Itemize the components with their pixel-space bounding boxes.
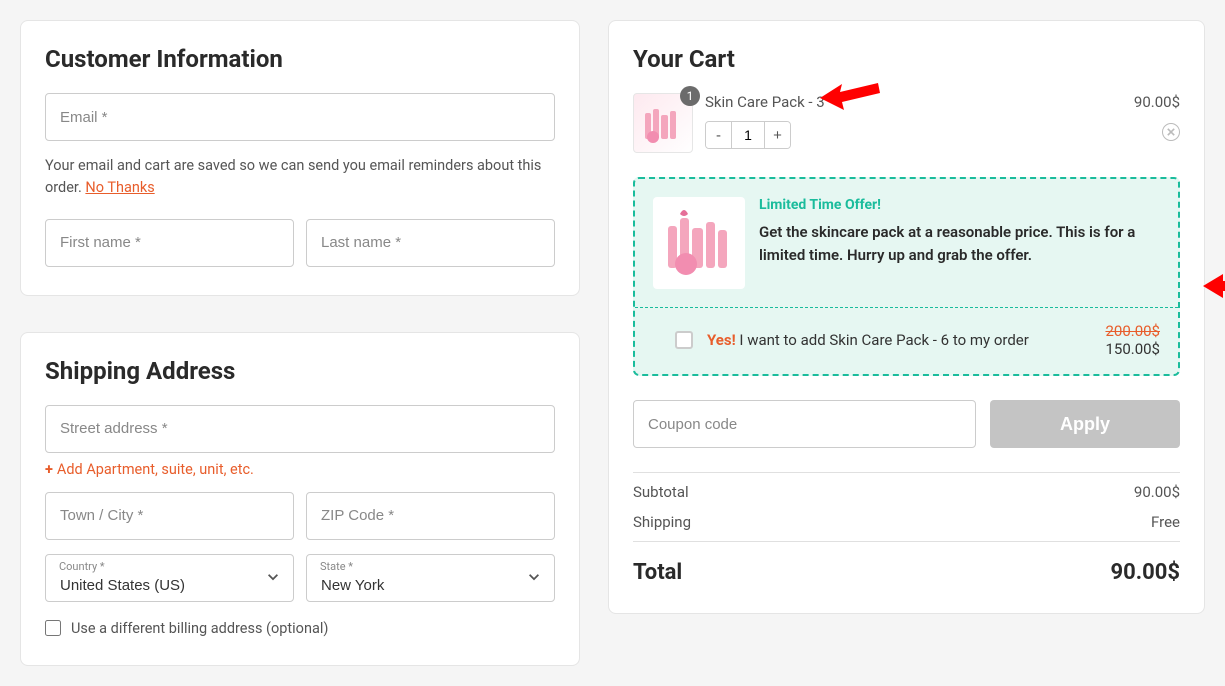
offer-title: Limited Time Offer! xyxy=(759,197,1160,213)
customer-heading: Customer Information xyxy=(45,45,555,73)
shipping-card: Shipping Address + Add Apartment, suite,… xyxy=(20,332,580,666)
diff-billing-checkbox[interactable] xyxy=(45,620,61,636)
offer-checkbox[interactable] xyxy=(675,331,693,349)
annotation-arrow-icon xyxy=(1203,268,1225,308)
customer-info-card: Customer Information Your email and cart… xyxy=(20,20,580,296)
annotation-arrow-icon xyxy=(820,80,880,120)
coupon-input[interactable] xyxy=(633,400,976,448)
country-select-wrap: Country * United States (US) xyxy=(45,554,294,602)
plus-icon: + xyxy=(45,461,53,478)
item-name: Skin Care Pack - 3 xyxy=(705,93,1122,111)
cart-heading: Your Cart xyxy=(633,45,1180,73)
cart-card: Your Cart 1 Skin Care Pack - 3 - + 90.00… xyxy=(608,20,1205,614)
total-row: Total 90.00$ xyxy=(633,546,1180,585)
diff-billing-row[interactable]: Use a different billing address (optiona… xyxy=(45,620,555,637)
offer-label: Yes! I want to add Skin Care Pack - 6 to… xyxy=(707,331,1105,349)
email-field[interactable] xyxy=(45,93,555,141)
apply-button[interactable]: Apply xyxy=(990,400,1180,448)
shipping-row: Shipping Free xyxy=(633,507,1180,537)
shipping-heading: Shipping Address xyxy=(45,357,555,385)
qty-plus-button[interactable]: + xyxy=(764,122,790,148)
quantity-stepper: - + xyxy=(705,121,791,149)
qty-minus-button[interactable]: - xyxy=(706,122,732,148)
offer-thumb xyxy=(653,197,745,289)
lastname-field[interactable] xyxy=(306,219,555,267)
zip-field[interactable] xyxy=(306,492,555,540)
close-icon xyxy=(1167,128,1175,136)
offer-box: Limited Time Offer! Get the skincare pac… xyxy=(633,177,1180,376)
subtotal-row: Subtotal 90.00$ xyxy=(633,477,1180,507)
remove-item-button[interactable] xyxy=(1162,123,1180,141)
qty-input[interactable] xyxy=(732,122,764,148)
firstname-field[interactable] xyxy=(45,219,294,267)
street-field[interactable] xyxy=(45,405,555,453)
no-thanks-link[interactable]: No Thanks xyxy=(85,179,154,196)
offer-new-price: 150.00$ xyxy=(1105,340,1160,358)
cart-item: 1 Skin Care Pack - 3 - + 90.00$ xyxy=(633,93,1180,153)
item-price: 90.00$ xyxy=(1134,93,1180,111)
town-field[interactable] xyxy=(45,492,294,540)
email-save-note: Your email and cart are saved so we can … xyxy=(45,155,555,199)
offer-old-price: 200.00$ xyxy=(1105,322,1160,340)
product-thumb: 1 xyxy=(633,93,693,153)
state-select-wrap: State * New York xyxy=(306,554,555,602)
add-apartment-link[interactable]: + Add Apartment, suite, unit, etc. xyxy=(45,461,555,478)
offer-desc: Get the skincare pack at a reasonable pr… xyxy=(759,221,1160,266)
qty-badge: 1 xyxy=(680,86,700,106)
